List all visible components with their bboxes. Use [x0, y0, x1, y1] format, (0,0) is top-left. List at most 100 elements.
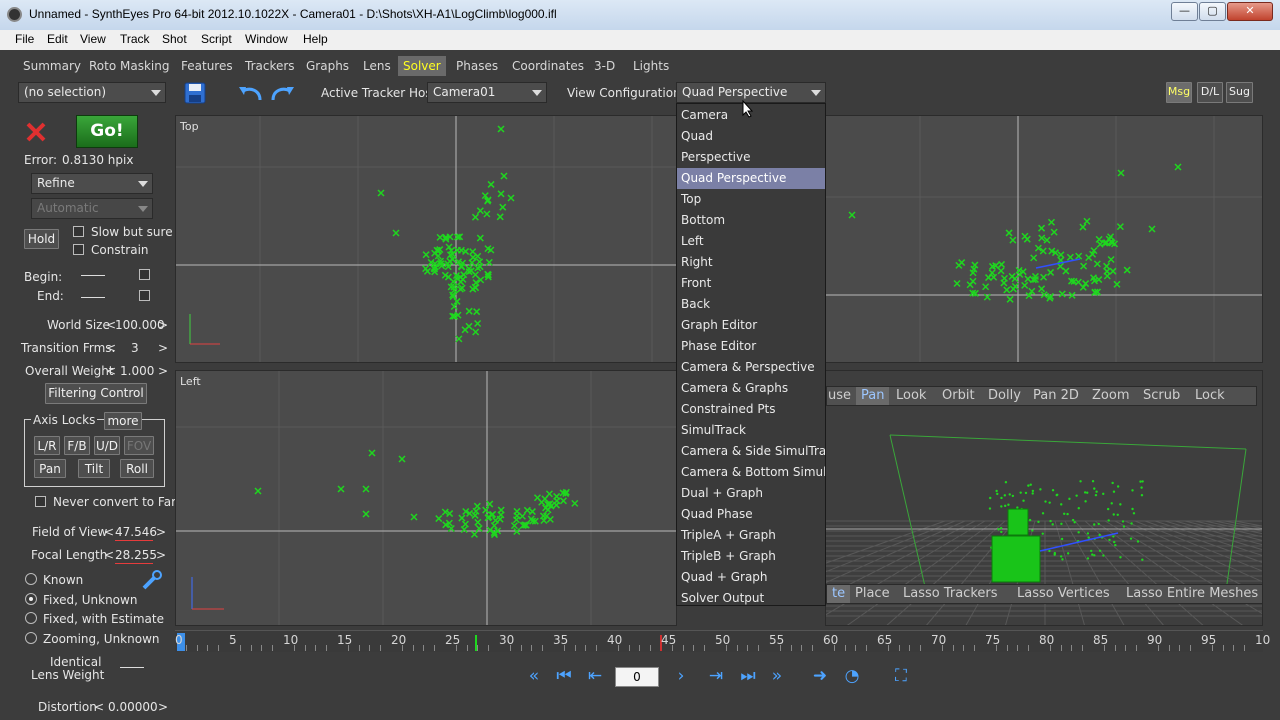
tracker-marker[interactable] — [1009, 236, 1017, 244]
tracker-marker[interactable] — [1116, 223, 1124, 231]
tracker-marker[interactable] — [1113, 280, 1121, 288]
distortion-decrement[interactable]: < — [94, 700, 104, 714]
close-button[interactable]: ✕ — [1227, 2, 1273, 21]
tracker-marker[interactable] — [500, 172, 508, 180]
lock-lr-button[interactable]: L/R — [34, 436, 60, 455]
tracker-marker[interactable] — [455, 335, 463, 343]
tracker-marker[interactable] — [499, 203, 507, 211]
maximize-button[interactable]: ▢ — [1199, 2, 1226, 21]
constrain-checkbox[interactable] — [73, 244, 84, 255]
tracker-marker[interactable] — [1009, 285, 1017, 293]
msg-button[interactable]: Msg — [1166, 82, 1192, 103]
field-of-view-decrement[interactable]: < — [104, 525, 114, 539]
view-config-option[interactable]: Camera & Perspective — [677, 357, 825, 378]
filtering-control-button[interactable]: Filtering Control — [45, 383, 147, 404]
tracker-marker[interactable] — [1005, 229, 1013, 237]
mouse-mode-pan2d[interactable]: Pan 2D — [1033, 388, 1079, 403]
world-size-increment[interactable]: > — [158, 318, 168, 332]
menu-script[interactable]: Script — [201, 32, 232, 46]
transition-frames-decrement[interactable]: < — [106, 341, 116, 355]
tracker-marker[interactable] — [1047, 218, 1056, 226]
tracker-marker[interactable] — [497, 125, 505, 133]
tracker-marker[interactable] — [1058, 290, 1066, 298]
tracker-marker[interactable] — [955, 261, 963, 269]
transition-frames-increment[interactable]: > — [158, 341, 168, 355]
view-config-option[interactable]: Front — [677, 273, 825, 294]
end-frame-field[interactable] — [81, 297, 105, 298]
fit-view-icon[interactable]: ⛶ — [887, 664, 915, 688]
tracker-marker[interactable] — [559, 497, 567, 505]
tracker-marker[interactable] — [518, 512, 526, 520]
hold-button[interactable]: Hold — [24, 229, 59, 249]
redo-icon[interactable] — [269, 82, 297, 104]
tracker-marker[interactable] — [1107, 255, 1115, 264]
view-config-option[interactable]: Camera & Graphs — [677, 378, 825, 399]
edit-mode-place[interactable]: Place — [855, 586, 890, 601]
lock-ud-button[interactable]: U/D — [94, 436, 120, 455]
top-viewport[interactable]: Top — [175, 115, 677, 363]
view-config-option[interactable]: Top — [677, 189, 825, 210]
view-config-option[interactable]: TripleA + Graph — [677, 525, 825, 546]
tracker-marker[interactable] — [473, 502, 481, 510]
tracker-marker[interactable] — [460, 271, 468, 279]
menu-file[interactable]: File — [15, 32, 34, 46]
transition-frames-value[interactable]: 3 — [131, 341, 139, 355]
tracker-marker[interactable] — [472, 507, 480, 515]
save-icon[interactable] — [184, 82, 206, 104]
view-config-option[interactable]: Camera & Bottom SimulTrack — [677, 462, 825, 483]
tracker-marker[interactable] — [1117, 169, 1125, 177]
tracker-marker[interactable] — [1047, 268, 1055, 276]
tracker-marker[interactable] — [471, 271, 479, 279]
tracker-marker[interactable] — [513, 527, 521, 536]
tracker-marker[interactable] — [1021, 281, 1029, 289]
lock-roll-button[interactable]: Roll — [120, 459, 154, 478]
tracker-marker[interactable] — [1096, 240, 1104, 248]
tracker-marker[interactable] — [474, 518, 482, 526]
mouse-mode-pan[interactable]: Pan — [856, 387, 890, 405]
tracker-marker[interactable] — [422, 251, 430, 259]
tab-graphs[interactable]: Graphs — [301, 56, 354, 76]
tracker-marker[interactable] — [1057, 251, 1065, 259]
view-config-option[interactable]: Back — [677, 294, 825, 315]
view-config-option[interactable]: Camera & Side SimulTrack — [677, 441, 825, 462]
mouse-mode-dolly[interactable]: Dolly — [988, 388, 1021, 403]
tracker-marker[interactable] — [1174, 163, 1182, 171]
playback-speed-icon[interactable]: ◔ — [838, 664, 866, 688]
tracker-marker[interactable] — [465, 322, 473, 330]
edit-mode-lasso-vertices[interactable]: Lasso Vertices — [1017, 586, 1110, 601]
undo-icon[interactable] — [236, 82, 264, 104]
fast-forward-icon[interactable]: » — [764, 664, 790, 688]
tracker-marker[interactable] — [490, 522, 498, 530]
overall-weight-value[interactable]: 1.000 — [120, 364, 154, 378]
tab-roto-masking[interactable]: Roto Masking — [84, 56, 174, 76]
tracker-marker[interactable] — [398, 455, 406, 463]
tracker-marker[interactable] — [545, 490, 553, 498]
tracker-marker[interactable] — [513, 507, 521, 515]
never-convert-far-checkbox[interactable] — [35, 496, 46, 507]
view-config-option[interactable]: Dual + Graph — [677, 483, 825, 504]
current-frame-input[interactable]: 0 — [615, 667, 659, 687]
tracker-marker[interactable] — [469, 248, 477, 256]
view-config-option[interactable]: Constrained Pts — [677, 399, 825, 420]
tracker-marker[interactable] — [571, 499, 579, 507]
tracker-marker[interactable] — [474, 319, 482, 328]
field-of-view-value[interactable]: 47.546 — [115, 525, 157, 539]
view-config-option[interactable]: Right — [677, 252, 825, 273]
tab-features[interactable]: Features — [176, 56, 238, 76]
tracker-marker[interactable] — [1006, 295, 1014, 303]
tracker-marker[interactable] — [1056, 262, 1064, 270]
mesh-box-top[interactable] — [1007, 508, 1029, 536]
tracker-marker[interactable] — [1040, 273, 1048, 281]
lock-pan-button[interactable]: Pan — [34, 459, 66, 478]
clear-solve-icon[interactable] — [24, 120, 48, 144]
lens-fixed-unknown-radio[interactable] — [25, 593, 37, 605]
tracker-marker[interactable] — [1103, 272, 1111, 280]
overall-weight-decrement[interactable]: < — [106, 364, 116, 378]
mouse-mode-use[interactable]: use — [828, 388, 851, 403]
tracker-marker[interactable] — [1085, 254, 1093, 262]
timeline-bar[interactable]: 0 5 10 15 20 25 30 35 40 45 50 55 60 65 70 75 80 85 90 95 10 — [175, 630, 1270, 652]
tracker-marker[interactable] — [1000, 274, 1008, 282]
tracker-marker[interactable] — [474, 264, 482, 272]
view-config-option[interactable]: Left — [677, 231, 825, 252]
tab-summary[interactable]: Summary — [18, 56, 86, 76]
